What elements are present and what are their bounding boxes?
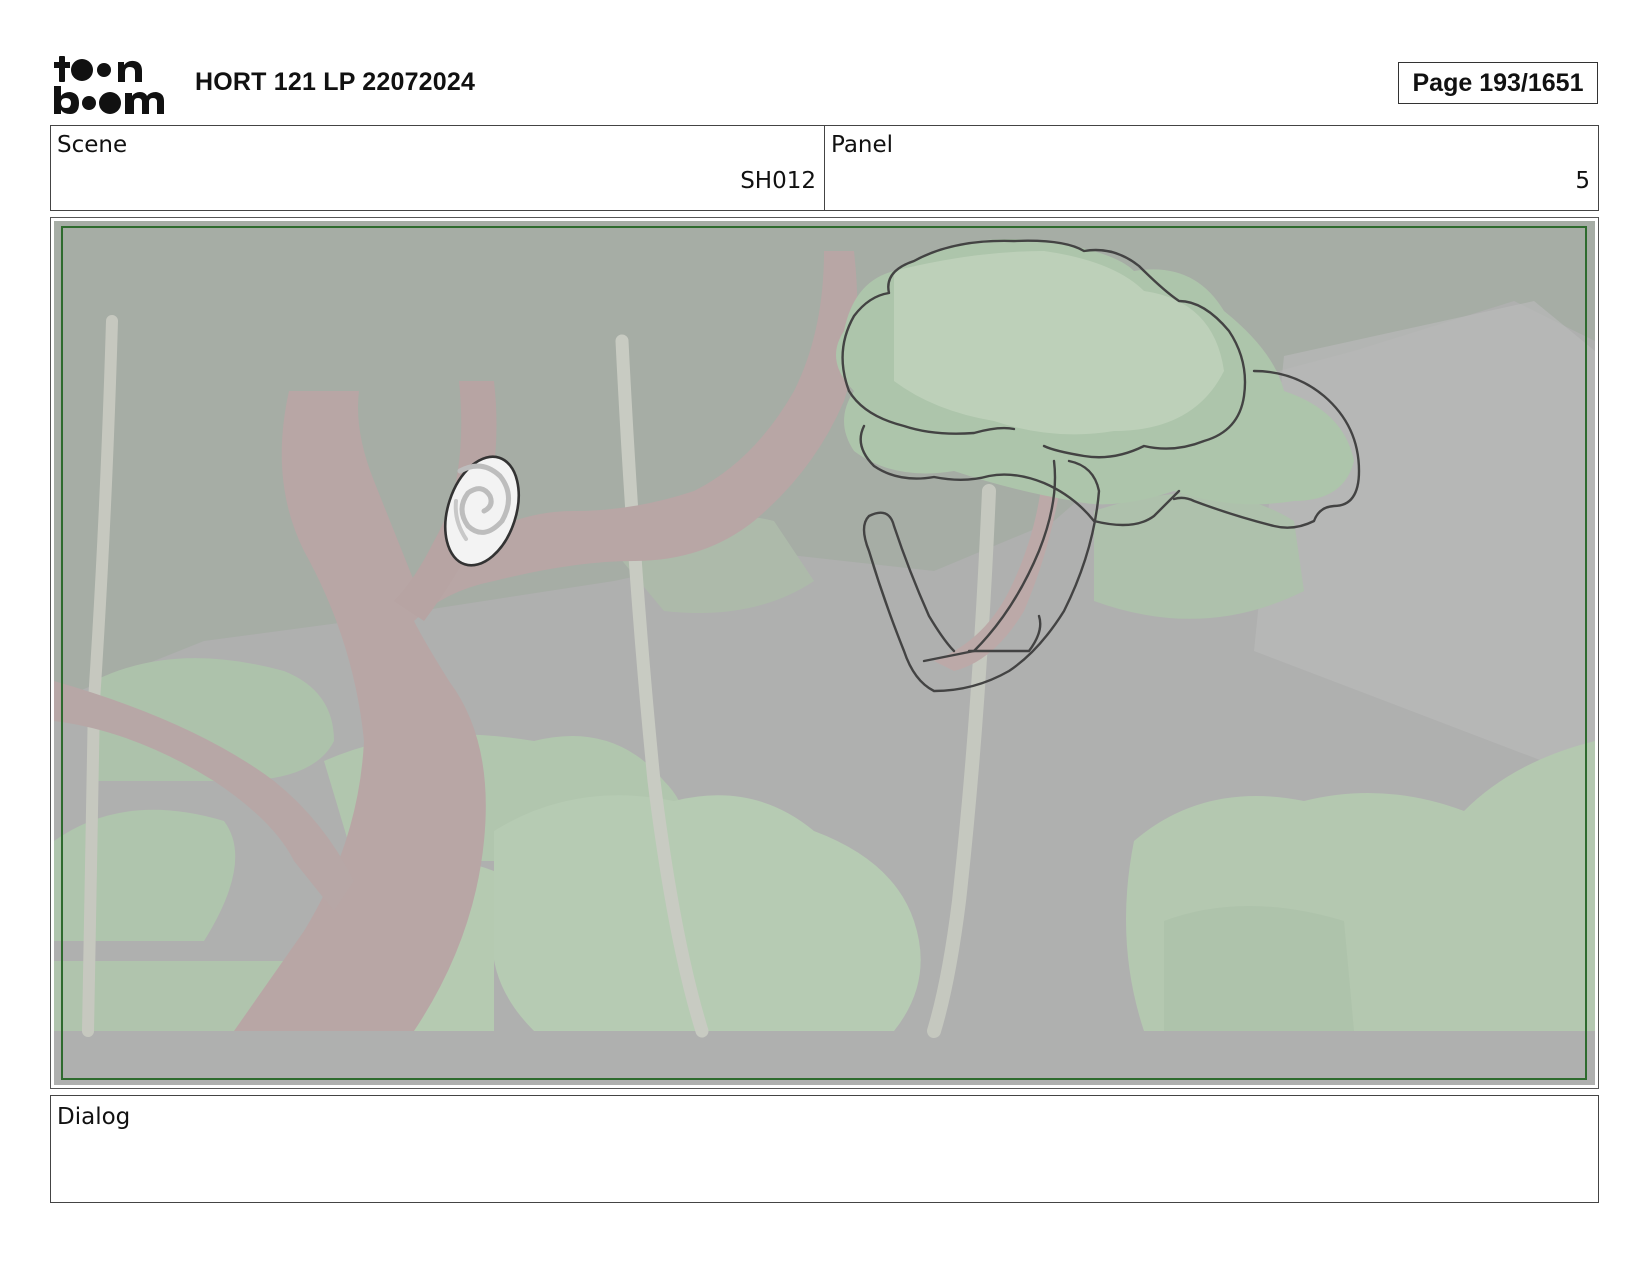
toon-boom-logo xyxy=(54,56,164,114)
page-indicator: Page 193/1651 xyxy=(1398,62,1598,104)
page-label: Page xyxy=(1412,69,1473,97)
panel-label: Panel xyxy=(831,132,894,158)
document-title: HORT 121 LP 22072024 xyxy=(195,68,476,96)
storyboard-panel-frame xyxy=(50,217,1599,1089)
dialog-box: Dialog xyxy=(50,1095,1599,1203)
panel-value: 5 xyxy=(1575,168,1590,194)
panel-cell: Panel 5 xyxy=(825,126,1598,210)
scene-value: SH012 xyxy=(740,168,816,194)
scene-label: Scene xyxy=(57,132,128,158)
scene-cell: Scene SH012 xyxy=(51,126,825,210)
page-number: 193/1651 xyxy=(1479,69,1584,97)
dialog-label: Dialog xyxy=(57,1104,131,1130)
storyboard-drawing xyxy=(54,221,1595,1085)
scene-panel-info: Scene SH012 Panel 5 xyxy=(50,125,1599,211)
